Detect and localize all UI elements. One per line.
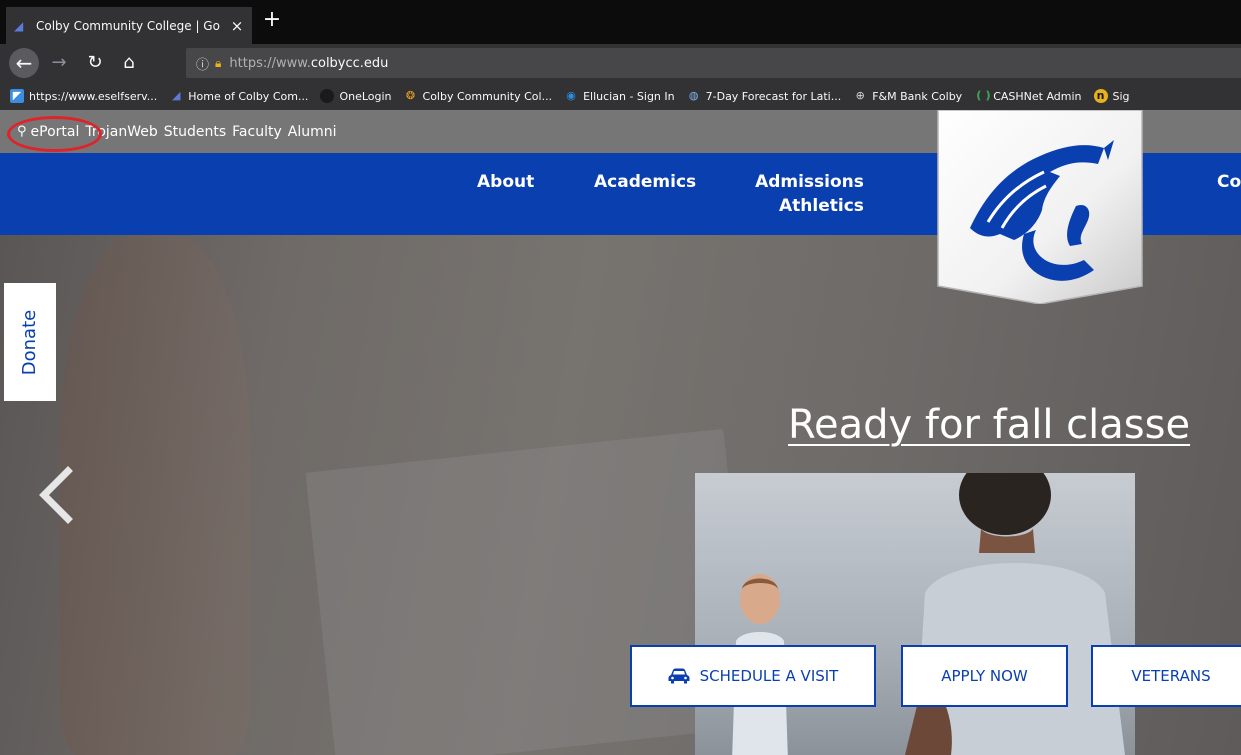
utility-link-alumni[interactable]: Alumni — [288, 124, 337, 140]
lock-warning-icon[interactable]: 🔒︎ — [215, 56, 221, 71]
nav-cut-off-item[interactable]: Co — [1217, 170, 1241, 194]
colby-trojan-icon: ◢ — [172, 89, 181, 102]
schedule-visit-button[interactable]: SCHEDULE A VISIT — [630, 645, 876, 707]
tab-title: Colby Community College | Go — [36, 18, 220, 33]
browser-toolbar: ← → ↻ ⌂ ⓘ 🔒︎ https://www.colbycc.edu — [0, 44, 1241, 82]
globe-icon: ⊕ — [855, 89, 865, 102]
cashnet-icon: ❪❫ — [974, 89, 993, 102]
bookmark-item[interactable]: ❪❫ CASHNet Admin — [974, 89, 1081, 103]
donate-label: Donate — [19, 309, 41, 375]
utility-link-students[interactable]: Students — [164, 124, 226, 140]
eselfserv-icon: ◤ — [10, 89, 24, 103]
bookmark-item[interactable]: n Sig — [1093, 89, 1130, 103]
photo-student-right — [905, 473, 1125, 755]
browser-tab-active[interactable]: ◢ Colby Community College | Go × — [6, 7, 252, 44]
reload-button[interactable]: ↻ — [81, 49, 109, 77]
tab-strip: ◢ Colby Community College | Go × + — [0, 0, 1241, 44]
tab-close-button[interactable]: × — [230, 17, 244, 35]
apply-now-label: APPLY NOW — [941, 667, 1028, 685]
bookmarks-toolbar: ◤ https://www.eselfserv... ◢ Home of Colby… — [0, 82, 1241, 110]
bookmark-item[interactable]: ◍ 7-Day Forecast for Lati... — [687, 89, 841, 103]
car-icon — [668, 668, 690, 684]
lifebuoy-icon: ❂ — [405, 89, 416, 102]
utility-link-faculty[interactable]: Faculty — [232, 124, 282, 140]
nav-about[interactable]: About — [477, 170, 534, 194]
onelogin-icon — [320, 89, 335, 103]
weather-icon: ◍ — [688, 89, 699, 102]
bookmark-item[interactable]: ◢ Home of Colby Com... — [169, 89, 308, 103]
trojan-logo[interactable] — [928, 110, 1152, 304]
bookmark-item[interactable]: ◤ https://www.eselfserv... — [10, 89, 157, 103]
veterans-label: VETERANS — [1131, 667, 1211, 685]
colby-trojan-icon: ◢ — [14, 18, 24, 33]
signin-icon: n — [1093, 89, 1108, 103]
ellucian-icon: ◉ — [566, 89, 576, 102]
eportal-highlight-circle — [7, 116, 102, 152]
back-button[interactable]: ← — [9, 48, 39, 78]
bookmark-item[interactable]: ⊕ F&M Bank Colby — [853, 89, 963, 103]
url-text: https://www.colbycc.edu — [229, 55, 389, 71]
apply-now-button[interactable]: APPLY NOW — [901, 645, 1068, 707]
donate-button[interactable]: Donate — [4, 283, 56, 401]
bookmark-item[interactable]: ◉ Ellucian - Sign In — [564, 89, 674, 103]
info-icon[interactable]: ⓘ — [196, 54, 209, 73]
chevron-left-icon[interactable] — [36, 465, 76, 525]
hero-photo — [695, 473, 1135, 755]
bookmark-item[interactable]: OneLogin — [320, 89, 392, 103]
bookmark-item[interactable]: ❂ Colby Community Col... — [404, 89, 552, 103]
schedule-visit-label: SCHEDULE A VISIT — [699, 667, 839, 685]
new-tab-button[interactable]: + — [260, 9, 284, 33]
nav-admissions-athletics: Admissions Athletics — [752, 170, 864, 218]
web-page: ⚲ ePortal TrojanWeb Students Faculty Alu… — [0, 110, 1241, 755]
nav-admissions[interactable]: Admissions — [755, 172, 864, 192]
nav-athletics[interactable]: Athletics — [752, 196, 864, 216]
home-button[interactable]: ⌂ — [115, 49, 143, 77]
forward-button[interactable]: → — [45, 49, 73, 77]
hero-headline-link[interactable]: Ready for fall classe — [788, 402, 1190, 448]
hero-background-figure — [60, 235, 250, 755]
veterans-button[interactable]: VETERANS — [1091, 645, 1241, 707]
nav-academics[interactable]: Academics — [594, 170, 696, 194]
address-bar[interactable]: ⓘ 🔒︎ https://www.colbycc.edu — [186, 48, 1241, 78]
